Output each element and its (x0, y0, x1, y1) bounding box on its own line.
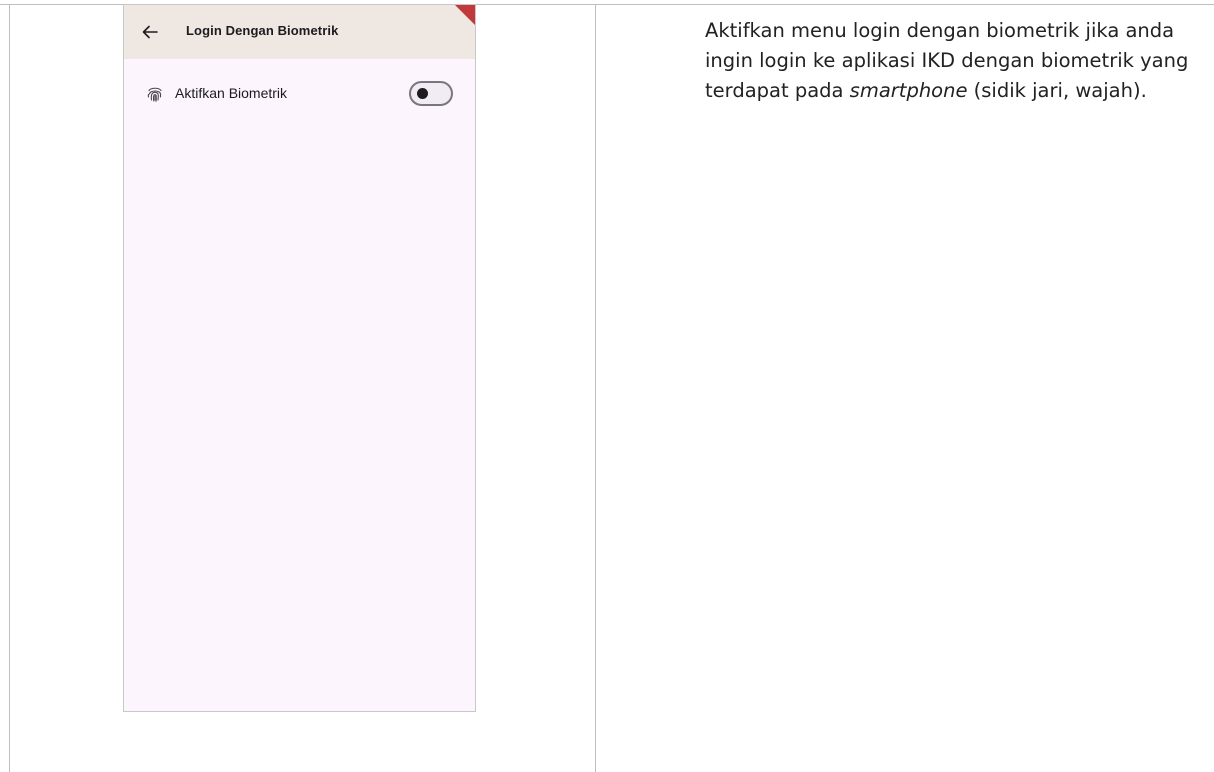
arrow-left-icon[interactable] (140, 22, 160, 42)
instruction-text: Aktifkan menu login dengan biometrik jik… (705, 16, 1210, 106)
phone-screenshot: Login Dengan Biometrik Aktifkan Biometri… (123, 4, 476, 712)
app-bar: Login Dengan Biometrik (124, 5, 475, 59)
table-column-divider (595, 4, 596, 772)
instruction-text-emphasis: smartphone (849, 79, 968, 102)
instruction-text-part2: (sidik jari, wajah). (967, 79, 1147, 102)
page-title: Login Dengan Biometrik (186, 23, 339, 38)
biometric-setting-row[interactable]: Aktifkan Biometrik (124, 73, 475, 117)
table-left-border (9, 4, 10, 772)
toggle-knob (417, 88, 428, 99)
fingerprint-icon (147, 87, 162, 102)
biometric-toggle[interactable] (409, 81, 453, 106)
biometric-label: Aktifkan Biometrik (175, 85, 288, 101)
debug-banner (454, 5, 475, 26)
